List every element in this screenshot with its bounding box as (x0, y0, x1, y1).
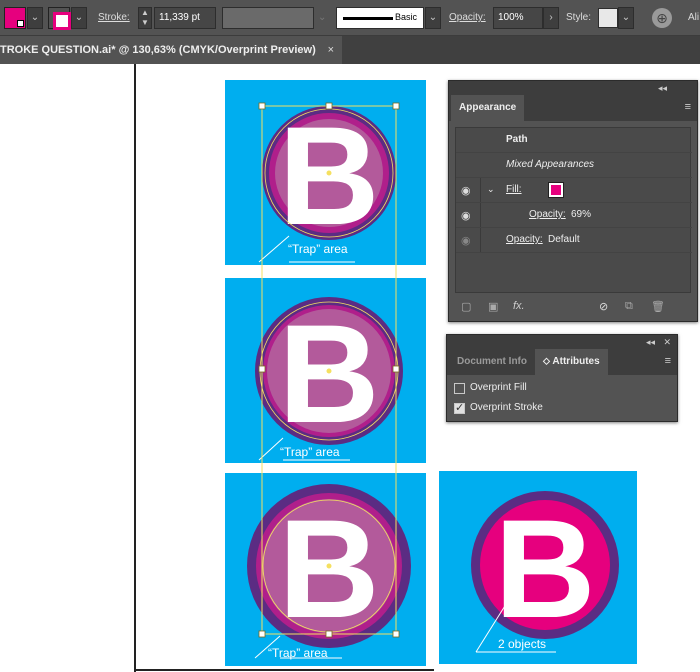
fill-opacity-row[interactable]: ◉ Opacity: 69% (456, 203, 692, 228)
panel-header: ◂◂ (449, 81, 697, 95)
fill-label[interactable]: Fill: (506, 184, 522, 195)
artwork-panel-4[interactable]: B 2 objects (439, 471, 637, 664)
overprint-stroke-label[interactable]: Overprint Stroke (470, 402, 543, 413)
trap-label: “Trap” area (288, 242, 348, 256)
opacity-value: Default (548, 234, 580, 245)
path-row[interactable]: Path (456, 128, 692, 153)
close-panel-icon[interactable]: ✕ (663, 335, 671, 349)
opacity-label[interactable]: Opacity: (506, 234, 543, 245)
divider (480, 203, 481, 227)
appearance-footer: ▢ ▣ fx. ⊘ ⧉ 🗑 (455, 297, 691, 317)
panel-header: ◂◂ ✕ (447, 335, 677, 349)
overprint-fill-label[interactable]: Overprint Fill (470, 382, 527, 393)
tab-attributes-label: Attributes (552, 356, 600, 367)
add-fill-icon[interactable]: ▣ (488, 300, 498, 313)
panel-menu-icon[interactable]: ≡ (665, 355, 671, 367)
tab-appearance[interactable]: Appearance (451, 95, 525, 121)
chevron-down-icon[interactable]: ⌄ (487, 184, 495, 195)
fill-opacity-value: 69% (571, 209, 592, 220)
add-effect-icon[interactable]: fx. (513, 300, 525, 312)
collapse-icon[interactable]: ◂◂ (658, 81, 667, 95)
attributes-panel: ◂◂ ✕ Document Info ⬦ Attributes ≡ Overpr… (446, 334, 678, 422)
objects-label: 2 objects (498, 637, 546, 651)
letter-b: B (494, 490, 595, 647)
fill-opacity-label[interactable]: Opacity: (529, 209, 566, 220)
panel-menu-icon[interactable]: ≡ (685, 101, 691, 113)
path-label: Path (506, 134, 528, 145)
mixed-appearances-row: Mixed Appearances (456, 153, 692, 178)
fill-color-swatch[interactable] (548, 182, 564, 198)
clear-appearance-icon[interactable]: ⊘ (599, 300, 608, 313)
duplicate-item-icon[interactable]: ⧉ (625, 300, 633, 313)
collapse-icon[interactable]: ◂◂ (646, 335, 655, 349)
overprint-stroke-checkbox[interactable] (454, 401, 465, 414)
overprint-fill-checkbox[interactable] (454, 383, 465, 394)
opacity-row[interactable]: ◉ Opacity: Default (456, 228, 692, 253)
tab-attributes[interactable]: ⬦ Attributes (535, 349, 608, 375)
delete-item-icon[interactable]: 🗑 (651, 300, 665, 313)
divider (480, 228, 481, 252)
eye-icon[interactable]: ◉ (461, 209, 471, 222)
trap-label: “Trap” area (268, 646, 328, 660)
eye-icon[interactable]: ◉ (461, 184, 471, 197)
add-stroke-icon[interactable]: ▢ (461, 300, 471, 313)
attributes-tabs: Document Info ⬦ Attributes ≡ (447, 349, 677, 375)
fill-row[interactable]: ◉ ⌄ Fill: (456, 178, 692, 203)
appearance-list: Path Mixed Appearances ◉ ⌄ Fill: ◉ Opaci… (455, 127, 692, 293)
eye-icon[interactable]: ◉ (461, 234, 471, 247)
appearance-panel: ◂◂ Appearance ≡ Path Mixed Appearances ◉… (448, 80, 698, 322)
trap-label: “Trap” area (280, 445, 340, 459)
appearance-tabs: Appearance ≡ (449, 95, 697, 121)
mixed-appearances-label: Mixed Appearances (506, 159, 595, 170)
tab-document-info[interactable]: Document Info (449, 349, 535, 375)
divider (480, 178, 481, 202)
